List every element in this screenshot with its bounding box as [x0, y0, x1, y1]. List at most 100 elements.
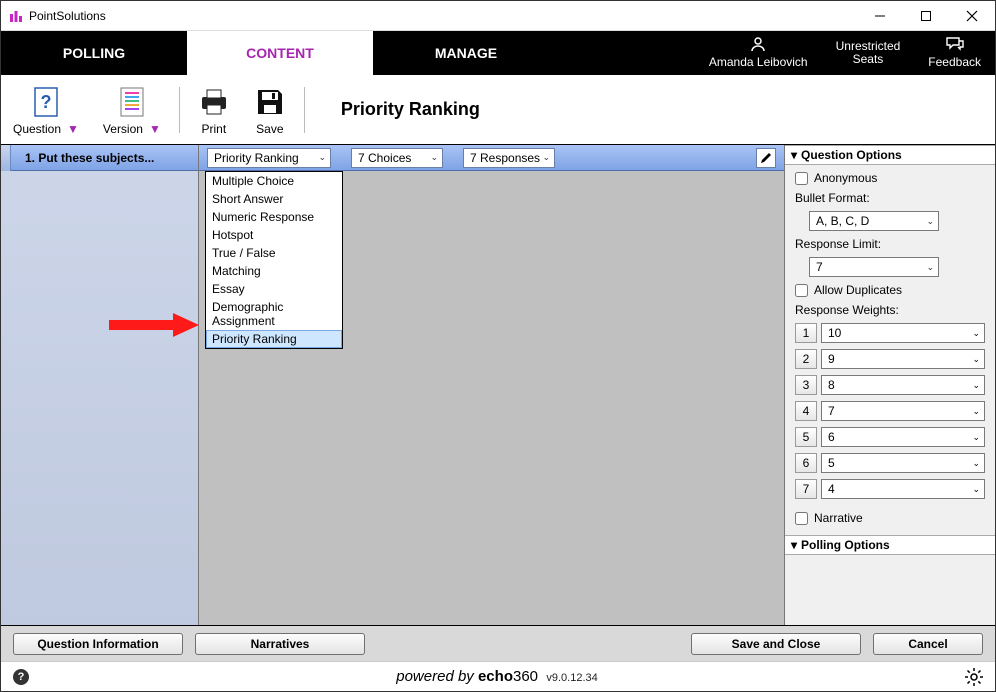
allow-duplicates-checkbox[interactable]: Allow Duplicates [795, 283, 985, 297]
user-label: Amanda Leibovich [709, 56, 808, 69]
window-controls [857, 1, 995, 31]
dropdown-item[interactable]: Hotspot [206, 226, 342, 244]
weight-row: 1 10 ⌄ [795, 323, 985, 343]
dropdown-item[interactable]: Demographic Assignment [206, 298, 342, 330]
weight-select[interactable]: 8⌄ [821, 375, 985, 395]
weight-value: 10 [828, 326, 841, 340]
weight-select[interactable]: 10 ⌄ [821, 323, 985, 343]
settings-button[interactable] [965, 668, 983, 686]
dropdown-item[interactable]: True / False [206, 244, 342, 262]
seats-info[interactable]: Unrestricted Seats [822, 31, 915, 75]
narratives-button[interactable]: Narratives [195, 633, 365, 655]
response-limit-select[interactable]: 7 ⌄ [809, 257, 939, 277]
weight-row: 29⌄ [795, 349, 985, 369]
caret-down-icon: ▾ [791, 538, 797, 552]
chevron-down-icon: ⌄ [972, 328, 980, 339]
responses-select[interactable]: 7 Responses ⌄ [463, 148, 555, 168]
anonymous-label: Anonymous [814, 171, 877, 185]
narrative-checkbox[interactable]: Narrative [795, 511, 985, 525]
choices-select[interactable]: 7 Choices ⌄ [351, 148, 443, 168]
weight-value: 6 [828, 430, 835, 444]
help-button[interactable]: ? [13, 669, 29, 685]
response-limit-label: Response Limit: [795, 237, 985, 251]
close-button[interactable] [949, 1, 995, 31]
dropdown-item[interactable]: Essay [206, 280, 342, 298]
response-limit-value: 7 [816, 260, 823, 274]
drag-handle[interactable] [1, 145, 11, 171]
weight-select[interactable]: 4⌄ [821, 479, 985, 499]
weight-index: 4 [795, 401, 817, 421]
tab-polling[interactable]: POLLING [1, 31, 187, 75]
question-information-button[interactable]: Question Information [13, 633, 183, 655]
window-title: PointSolutions [29, 9, 106, 23]
dropdown-item[interactable]: Numeric Response [206, 208, 342, 226]
bullet-format-select[interactable]: A, B, C, D ⌄ [809, 211, 939, 231]
weight-select[interactable]: 6⌄ [821, 427, 985, 447]
chevron-down-icon: ⌄ [318, 152, 326, 163]
question-list-item[interactable]: 1. Put these subjects... [1, 145, 198, 171]
chevron-down-icon[interactable]: ▼ [67, 122, 79, 136]
seats-line2: Seats [853, 53, 884, 66]
weight-row: 65⌄ [795, 453, 985, 473]
weight-value: 7 [828, 404, 835, 418]
titlebar: PointSolutions [1, 1, 995, 31]
question-type-select[interactable]: Priority Ranking ⌄ [207, 148, 331, 168]
narrative-input[interactable] [795, 512, 808, 525]
tool-print[interactable]: Print [186, 86, 242, 136]
maximize-button[interactable] [903, 1, 949, 31]
tool-version-label: Version [103, 122, 143, 136]
cancel-button[interactable]: Cancel [873, 633, 983, 655]
tool-version[interactable]: Version ▼ [91, 86, 173, 136]
weight-select[interactable]: 5⌄ [821, 453, 985, 473]
feedback-label: Feedback [928, 56, 981, 69]
section-title: Polling Options [801, 538, 890, 552]
dropdown-item[interactable]: Priority Ranking [206, 330, 342, 348]
choices-value: 7 Choices [358, 151, 411, 165]
chevron-down-icon: ⌄ [926, 262, 934, 273]
tab-manage[interactable]: MANAGE [373, 31, 559, 75]
section-polling-options[interactable]: ▾ Polling Options [785, 535, 995, 555]
bullet-format-value: A, B, C, D [816, 214, 869, 228]
version-icon [116, 86, 148, 118]
chevron-down-icon[interactable]: ▼ [149, 122, 161, 136]
feedback-button[interactable]: Feedback [914, 31, 995, 75]
weight-select[interactable]: 9⌄ [821, 349, 985, 369]
main-tabs: POLLING CONTENT MANAGE Amanda Leibovich … [1, 31, 995, 75]
responses-value: 7 Responses [470, 151, 540, 165]
weight-index: 2 [795, 349, 817, 369]
annotation-arrow [109, 313, 199, 337]
weight-row: 74⌄ [795, 479, 985, 499]
tool-question-label: Question [13, 122, 61, 136]
anonymous-input[interactable] [795, 172, 808, 185]
chevron-down-icon: ⌄ [430, 152, 438, 163]
tab-content[interactable]: CONTENT [187, 31, 373, 75]
section-title: Question Options [801, 148, 902, 162]
weights-list: 110⌄29⌄38⌄47⌄56⌄65⌄74⌄ [795, 323, 985, 499]
weight-index: 6 [795, 453, 817, 473]
narrative-label: Narrative [814, 511, 863, 525]
gear-icon [965, 668, 983, 686]
weight-index: 1 [795, 323, 817, 343]
weight-select[interactable]: 7⌄ [821, 401, 985, 421]
tool-save[interactable]: Save [242, 86, 298, 136]
dropdown-item[interactable]: Matching [206, 262, 342, 280]
allow-duplicates-label: Allow Duplicates [814, 283, 902, 297]
footer: ? powered by echo360 v9.0.12.34 [1, 661, 995, 691]
allow-duplicates-input[interactable] [795, 284, 808, 297]
chevron-down-icon: ⌄ [926, 216, 934, 227]
tool-question[interactable]: ? Question ▼ [1, 86, 91, 136]
save-and-close-button[interactable]: Save and Close [691, 633, 861, 655]
weight-index: 3 [795, 375, 817, 395]
divider [179, 87, 180, 133]
anonymous-checkbox[interactable]: Anonymous [795, 171, 985, 185]
question-list-pane: 1. Put these subjects... [1, 145, 199, 625]
weight-row: 38⌄ [795, 375, 985, 395]
minimize-button[interactable] [857, 1, 903, 31]
weight-value: 4 [828, 482, 835, 496]
dropdown-item[interactable]: Multiple Choice [206, 172, 342, 190]
section-question-options[interactable]: ▾ Question Options [785, 145, 995, 165]
edit-button[interactable] [756, 148, 776, 168]
user-menu[interactable]: Amanda Leibovich [695, 31, 822, 75]
user-icon [750, 37, 766, 54]
dropdown-item[interactable]: Short Answer [206, 190, 342, 208]
